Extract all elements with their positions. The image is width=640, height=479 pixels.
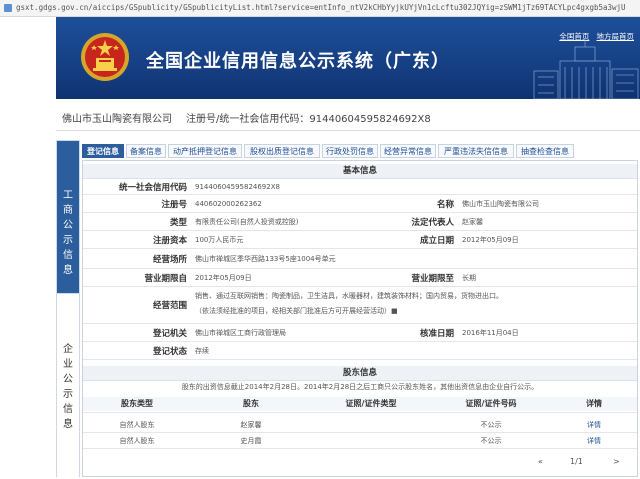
established-value: 2012年05月09日 (462, 235, 519, 244)
url-text[interactable]: gsxt.gdgs.gov.cn/aiccips/GSpublicity/GSp… (16, 3, 636, 12)
field-label: 经营范围 (152, 301, 187, 311)
tab-serious-violation[interactable]: 严重违法失信信息 (438, 144, 514, 158)
info-row: 注册号 440602000262362 名称 佛山市玉山陶瓷有限公司 (83, 195, 637, 213)
table-row: 自然人股东 赵家馨 不公示 详情 (83, 417, 637, 433)
company-name: 佛山市玉山陶瓷有限公司 (62, 114, 172, 125)
info-row: 经营范围 销售、通过互联网销售：陶瓷制品，卫生洁具，水暖器材，建筑装饰材料；国内… (83, 287, 637, 324)
building-icon (533, 39, 639, 99)
term-to-value: 长期 (462, 273, 476, 282)
shareholder-note: 股东的出资信息截止2014年2月28日。2014年2月28日之后工商只公示股东姓… (181, 383, 539, 391)
sidebar-item-business-info[interactable]: 工商公示信息 (57, 141, 79, 293)
field-label: 登记状态 (152, 346, 187, 357)
company-type-value: 有限责任公司(自然人投资或控股) (195, 217, 299, 226)
detail-link[interactable]: 详情 (551, 420, 637, 430)
authority-value: 佛山市禅城区工商行政管理局 (195, 328, 286, 337)
info-row: 类型 有限责任公司(自然人投资或控股) 法定代表人 赵家馨 (83, 213, 637, 231)
tab-registration[interactable]: 登记信息 (82, 144, 124, 158)
pager-status: 1/1 (570, 457, 583, 466)
divider (56, 130, 640, 131)
address-bar[interactable]: gsxt.gdgs.gov.cn/aiccips/GSpublicity/GSp… (0, 0, 640, 17)
column-header: 证照/证件类型 (311, 397, 431, 411)
tab-filing[interactable]: 备案信息 (126, 144, 166, 158)
sidebar-item-enterprise-info[interactable]: 企业公示信息 (57, 293, 79, 479)
legal-rep-value: 赵家馨 (462, 217, 483, 226)
column-header: 详情 (551, 397, 637, 411)
tab-abnormal-operation[interactable]: 经营异常信息 (380, 144, 436, 158)
page-icon (4, 4, 12, 12)
reg-code-value: 91440604595824692X8 (309, 114, 431, 125)
company-name-value: 佛山市玉山陶瓷有限公司 (462, 199, 539, 208)
table-header-row: 股东类型 股东 证照/证件类型 证照/证件号码 详情 (83, 397, 637, 413)
field-label: 登记机关 (152, 328, 187, 339)
shareholder-name: 史月霞 (240, 437, 262, 445)
table-row: 自然人股东 史月霞 不公示 详情 (83, 433, 637, 449)
id-number: 不公示 (480, 421, 502, 429)
column-header: 股东 (191, 397, 311, 411)
info-row: 经营场所 佛山市禅城区季华西路133号5座1004号单元 (83, 249, 637, 269)
shareholder-type: 自然人股东 (119, 437, 155, 445)
field-label: 营业期限自 (144, 273, 187, 284)
sidebar-item-label: 企业公示信息 (63, 344, 73, 430)
pager-prev-button[interactable]: « (538, 457, 543, 466)
field-label: 营业期限至 (411, 273, 454, 284)
shareholder-name: 赵家馨 (240, 421, 262, 429)
approved-value: 2016年11月04日 (462, 328, 519, 337)
tab-equity-pledge[interactable]: 股权出质登记信息 (244, 144, 320, 158)
field-label: 统一社会信用代码 (118, 182, 187, 193)
business-scope-value: 销售、通过互联网销售：陶瓷制品，卫生洁具，水暖器材，建筑装饰材料；国内贸易，货物… (195, 292, 503, 315)
shareholder-heading: 股东信息 (83, 366, 637, 381)
capital-value: 100万人民币元 (195, 235, 244, 244)
credit-code-value: 91440604595824692X8 (195, 182, 280, 191)
site-banner: 全国企业信用信息公示系统（广东） 全国首页 地方局首页 (56, 17, 640, 99)
field-label: 注册号 (161, 199, 187, 210)
field-label: 类型 (169, 217, 187, 228)
field-label: 经营场所 (152, 254, 187, 265)
national-emblem-icon (81, 33, 129, 81)
pager-next-button[interactable]: > (613, 457, 620, 466)
tab-admin-penalty[interactable]: 行政处罚信息 (322, 144, 378, 158)
basic-info-heading: 基本信息 (83, 164, 637, 179)
reg-code-label: 注册号/统一社会信用代码： (186, 114, 310, 125)
sidebar-item-label: 工商公示信息 (63, 190, 73, 276)
site-title: 全国企业信用信息公示系统（广东） (146, 51, 450, 72)
company-summary: 佛山市玉山陶瓷有限公司 注册号/统一社会信用代码：9144060459582469… (62, 110, 431, 125)
column-header: 证照/证件号码 (431, 397, 551, 411)
field-label: 名称 (436, 199, 454, 210)
reg-no-value: 440602000262362 (195, 199, 262, 208)
sidebar: 工商公示信息 企业公示信息 (56, 140, 80, 479)
info-row: 统一社会信用代码 91440604595824692X8 (83, 179, 637, 195)
tab-chattel-mortgage[interactable]: 动产抵押登记信息 (168, 144, 242, 158)
info-row: 登记机关 佛山市禅城区工商行政管理局 核准日期 2016年11月04日 (83, 324, 637, 342)
info-row: 营业期限自 2012年05月09日 营业期限至 长期 (83, 269, 637, 287)
shareholder-type: 自然人股东 (119, 421, 155, 429)
field-label: 法定代表人 (411, 217, 454, 228)
field-label: 注册资本 (152, 235, 187, 246)
id-number: 不公示 (480, 437, 502, 445)
status-value: 存续 (195, 346, 209, 355)
term-from-value: 2012年05月09日 (195, 273, 252, 282)
detail-link[interactable]: 详情 (551, 436, 637, 446)
info-row: 注册资本 100万人民币元 成立日期 2012年05月09日 (83, 231, 637, 249)
tab-spot-check[interactable]: 抽查检查信息 (516, 144, 574, 158)
registration-panel: 基本信息 统一社会信用代码 91440604595824692X8 注册号 44… (82, 160, 638, 477)
field-label: 核准日期 (419, 328, 454, 339)
column-header: 股东类型 (83, 397, 191, 411)
field-label: 成立日期 (419, 235, 454, 246)
address-value: 佛山市禅城区季华西路133号5座1004号单元 (195, 254, 336, 263)
info-row: 登记状态 存续 (83, 342, 637, 360)
tab-bar: 登记信息 备案信息 动产抵押登记信息 股权出质登记信息 行政处罚信息 经营异常信… (82, 144, 638, 158)
